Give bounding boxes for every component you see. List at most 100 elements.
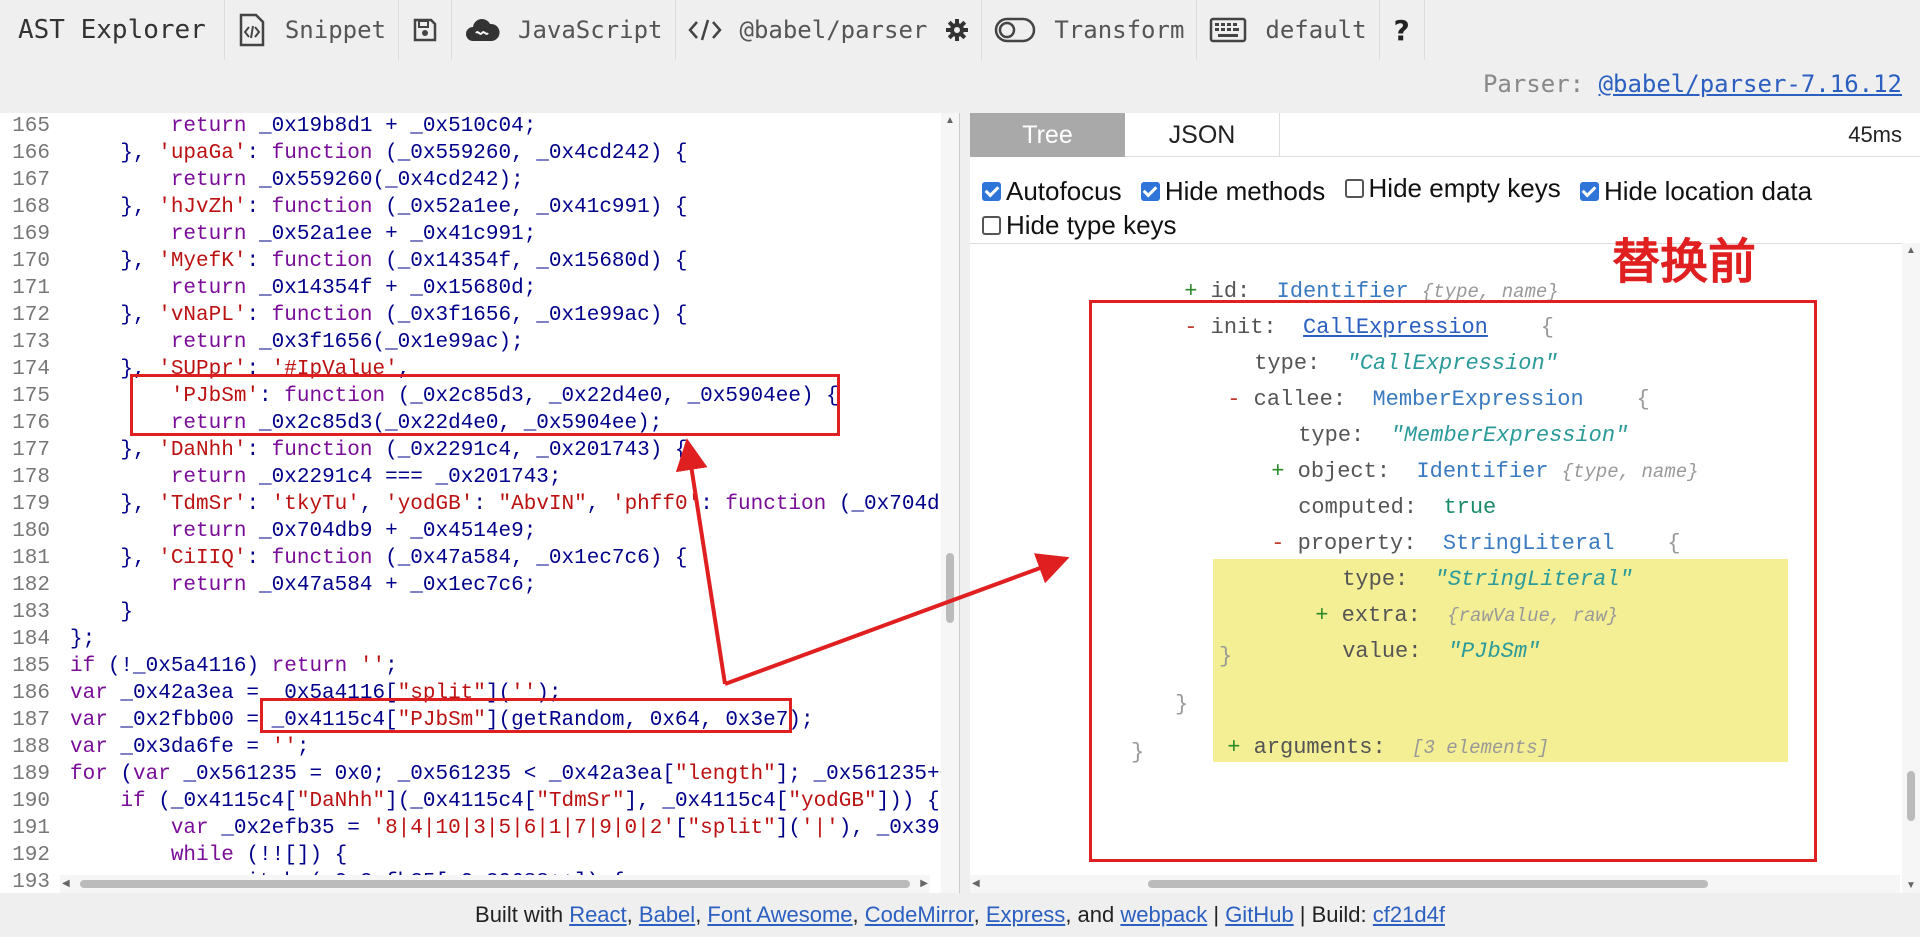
tab-json[interactable]: JSON <box>1125 113 1280 157</box>
ast-panel: Tree JSON 45ms Autofocus Hide methods Hi… <box>970 113 1920 893</box>
closing-brace: } <box>1219 644 1233 669</box>
line-number: 183 <box>12 601 50 624</box>
save-button[interactable] <box>399 0 452 60</box>
line-text: 'PJbSm': function (_0x2c85d3, _0x22d4e0,… <box>170 385 839 408</box>
code-line: 176 return _0x2c85d3(_0x22d4e0, _0x5904e… <box>0 410 959 437</box>
code-line: 181 }, 'CiIIQ': function (_0x47a584, _0x… <box>0 545 959 572</box>
option-hide-type-keys[interactable]: Hide type keys <box>982 208 1177 242</box>
line-text: }, 'CiIIQ': function (_0x47a584, _0x1ec7… <box>70 547 688 570</box>
hide-empty-keys-checkbox[interactable] <box>1344 178 1364 198</box>
snippet-menu[interactable]: Snippet <box>225 0 399 60</box>
footer-link-babel[interactable]: Babel <box>639 902 695 927</box>
line-number: 180 <box>12 520 50 543</box>
tree-horizontal-scrollbar[interactable]: ◀ <box>970 875 1900 893</box>
app-title: AST Explorer <box>0 0 225 60</box>
line-number: 191 <box>12 817 50 840</box>
code-editor[interactable]: 165 return _0x19b8d1 + _0x510c04; 166 }, … <box>0 113 960 893</box>
line-text: var _0x2efb35 = '8|4|10|3|5|6|1|7|9|0|2'… <box>170 817 959 840</box>
line-text: if (_0x4115c4["DaNhh"](_0x4115c4["TdmSr"… <box>120 790 940 813</box>
parser-menu[interactable]: @babel/parser <box>676 0 983 60</box>
code-line: 178 return _0x2291c4 === _0x201743; <box>0 464 959 491</box>
option-hide-location-data[interactable]: Hide location data <box>1579 174 1813 208</box>
line-text: return _0x3f1656(_0x1e99ac); <box>170 331 524 354</box>
option-hide-empty-keys[interactable]: Hide empty keys <box>1344 171 1561 205</box>
autofocus-checkbox[interactable] <box>982 181 1001 201</box>
parser-label: @babel/parser <box>739 16 928 44</box>
tab-tree[interactable]: Tree <box>970 113 1125 157</box>
editor-vscroll-thumb[interactable] <box>946 553 954 623</box>
keymap-menu[interactable]: default <box>1197 0 1380 60</box>
parse-time: 45ms <box>1848 122 1902 147</box>
line-number: 174 <box>12 358 50 381</box>
code-line: 171 return _0x14354f + _0x15680d; <box>0 275 959 302</box>
footer-link-react[interactable]: React <box>569 902 626 927</box>
hide-type-keys-checkbox[interactable] <box>982 215 1001 235</box>
footer-link-webpack[interactable]: webpack <box>1120 902 1207 927</box>
question-icon: ? <box>1393 13 1410 47</box>
snippet-label: Snippet <box>284 16 386 44</box>
footer-link-express[interactable]: Express <box>986 902 1065 927</box>
parser-version-link[interactable]: @babel/parser-7.16.12 <box>1599 70 1902 98</box>
code-line: 179 }, 'TdmSr': 'tkyTu', 'yodGB': "AbvIN… <box>0 491 959 518</box>
option-hide-methods[interactable]: Hide methods <box>1140 174 1325 208</box>
option-autofocus[interactable]: Autofocus <box>982 174 1122 208</box>
line-number: 166 <box>12 142 50 165</box>
code-line: 187 var _0x2fbb00 = _0x4115c4["PJbSm"](ge… <box>0 707 959 734</box>
toolbar: AST Explorer Snippet JavaScript @babel/p… <box>0 0 1920 60</box>
line-number: 169 <box>12 223 50 246</box>
hide-methods-checkbox[interactable] <box>1140 181 1160 201</box>
code-line: 166 }, 'upaGa': function (_0x559260, _0x… <box>0 140 959 167</box>
scroll-up-icon[interactable]: ▲ <box>1906 245 1916 256</box>
line-text: }, 'upaGa': function (_0x559260, _0x4cd2… <box>70 142 688 165</box>
line-number: 165 <box>12 115 50 138</box>
closing-brace: } <box>1131 740 1145 765</box>
code-icon <box>687 18 722 42</box>
line-text: return _0x52a1ee + _0x41c991; <box>170 223 537 246</box>
tree-vscroll-thumb[interactable] <box>1907 771 1915 821</box>
parser-info: Parser: @babel/parser-7.16.12 <box>1483 70 1902 98</box>
line-text: }, 'hJvZh': function (_0x52a1ee, _0x41c9… <box>70 196 688 219</box>
tree-options: Autofocus Hide methods Hide empty keys H… <box>982 171 1902 243</box>
tree-node-arguments[interactable]: + arguments: [3 elements] <box>1148 710 1549 785</box>
code-line: 165 return _0x19b8d1 + _0x510c04; <box>0 113 959 140</box>
parser-info-label: Parser: <box>1482 70 1585 98</box>
line-number: 188 <box>12 736 50 759</box>
footer-link-font-awesome[interactable]: Font Awesome <box>707 902 852 927</box>
line-number: 176 <box>12 412 50 435</box>
scroll-down-icon[interactable]: ▼ <box>1906 880 1916 891</box>
editor-hscroll-thumb[interactable] <box>80 880 910 888</box>
ast-tree: + id: Identifier {type, name} - init: Ca… <box>970 243 1920 893</box>
hide-location-data-checkbox[interactable] <box>1579 181 1599 201</box>
line-text: var _0x42a3ea = _0x5a4116["split"](''); <box>70 682 562 705</box>
scroll-left-icon[interactable]: ◀ <box>62 878 70 889</box>
line-text: if (!_0x5a4116) return ''; <box>70 655 398 678</box>
scroll-up-icon[interactable]: ▲ <box>945 115 955 126</box>
footer-link-github[interactable]: GitHub <box>1225 902 1293 927</box>
footer-link-codemirror[interactable]: CodeMirror <box>865 902 974 927</box>
code-line: 170 }, 'MyefK': function (_0x14354f, _0x… <box>0 248 959 275</box>
footer-and: and <box>1077 902 1115 927</box>
code-line: 182 return _0x47a584 + _0x1ec7c6; <box>0 572 959 599</box>
help-button[interactable]: ? <box>1380 0 1425 60</box>
tree-hscroll-thumb[interactable] <box>1148 880 1708 888</box>
toggle-icon <box>994 17 1036 43</box>
scroll-left-icon[interactable]: ◀ <box>972 878 980 889</box>
gear-icon[interactable] <box>945 18 969 42</box>
footer-build-hash[interactable]: cf21d4f <box>1373 902 1445 927</box>
line-text: }; <box>70 628 96 651</box>
line-number: 181 <box>12 547 50 570</box>
line-text: }, 'SUPpr': '#IpValue', <box>70 358 411 381</box>
line-text: while (!![]) { <box>170 844 348 867</box>
line-number: 173 <box>12 331 50 354</box>
keyboard-icon <box>1209 17 1247 43</box>
footer-built-with: Built with <box>475 902 564 927</box>
line-text: var _0x3da6fe = ''; <box>70 736 310 759</box>
scroll-right-icon[interactable]: ▶ <box>920 878 928 889</box>
editor-vertical-scrollbar[interactable]: ▲ <box>941 113 959 893</box>
hide-location-data-label: Hide location data <box>1603 176 1813 206</box>
tree-vertical-scrollbar[interactable]: ▲ ▼ <box>1902 243 1920 893</box>
language-menu[interactable]: JavaScript <box>452 0 676 60</box>
editor-horizontal-scrollbar[interactable]: ◀ ▶ <box>60 875 930 893</box>
expand-icon[interactable]: + <box>1227 735 1253 760</box>
transform-menu[interactable]: Transform <box>982 0 1198 60</box>
